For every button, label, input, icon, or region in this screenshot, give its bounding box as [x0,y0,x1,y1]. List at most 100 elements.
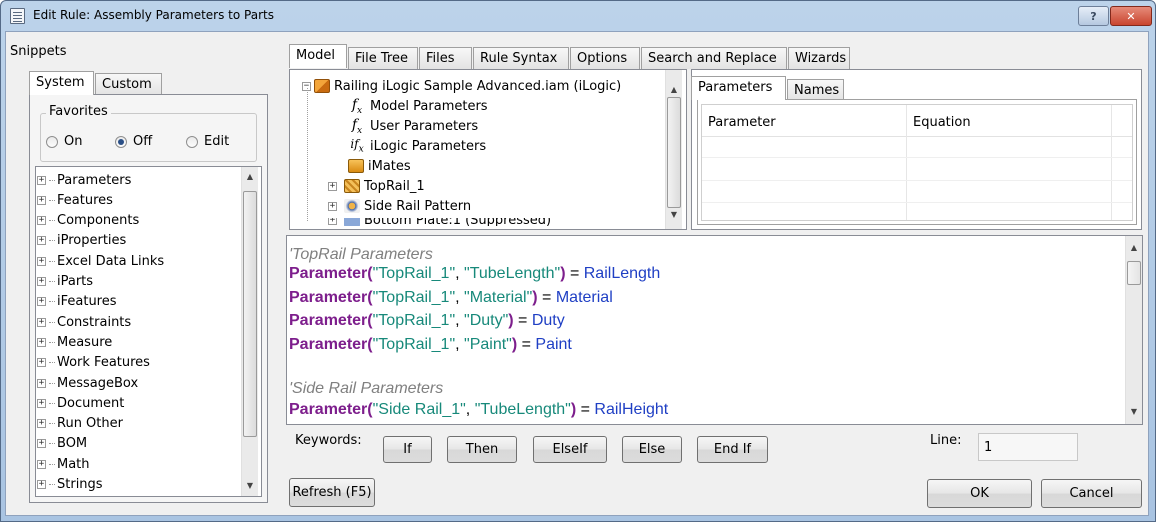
keyword-endif-button[interactable]: End If [697,436,768,463]
expand-icon[interactable]: + [37,419,46,429]
snippet-category[interactable]: + Measure [37,332,112,352]
snippet-category-label: Parameters [57,172,132,188]
tree-item-bottom-plate[interactable]: + Bottom Plate:1 (Suppressed) [328,218,551,226]
tree-item-imates[interactable]: iMates [348,156,411,176]
snippet-category[interactable]: + Work Features [37,353,150,373]
favorites-off-radio[interactable]: Off [115,134,152,149]
close-button[interactable]: ✕ [1110,6,1152,26]
expand-icon[interactable]: + [37,459,46,469]
expand-icon[interactable]: + [37,439,46,449]
tree-item-ilogic-parameters[interactable]: ifx iLogic Parameters [348,136,486,156]
code-string: "TopRail_1" [372,335,456,353]
radio-dot-icon [46,135,58,148]
model-tree-scrollbar[interactable]: ▲ ▼ [665,70,682,229]
keyword-elseif-button[interactable]: ElseIf [533,436,607,463]
expand-icon[interactable]: + [37,337,46,347]
help-button[interactable]: ? [1078,6,1109,26]
rule-editor-icon [10,8,25,24]
snippet-category[interactable]: + Components [37,211,139,231]
tab-parameters[interactable]: Parameters [691,76,786,100]
code-scrollbar[interactable]: ▲ ▼ [1125,236,1142,424]
expand-icon[interactable]: + [37,195,46,205]
tree-item-partial-clip: + Bottom Plate:1 (Suppressed) [326,218,666,226]
expand-icon[interactable]: + [328,218,337,225]
code-comment: 'TopRail Parameters [289,246,433,263]
snippet-category[interactable]: + Features [37,190,113,210]
scroll-up-arrow-icon[interactable]: ▲ [242,169,258,185]
code-line: Parameter("TopRail_1", "Material") = Mat… [289,288,613,306]
expand-icon[interactable]: + [37,317,46,327]
tab-wizards[interactable]: Wizards [788,47,850,69]
expand-icon[interactable]: + [37,378,46,388]
snippet-category[interactable]: + Document [37,393,124,413]
tab-model[interactable]: Model [289,44,347,68]
snippet-category-label: Measure [57,334,113,350]
code-line: Parameter("TopRail_1", "Duty") = Duty [289,312,565,329]
favorites-on-radio[interactable]: On [46,134,82,149]
snippet-category-label: Excel Data Links [57,253,165,269]
snippet-category[interactable]: + MessageBox [37,373,138,393]
expand-icon[interactable]: + [37,175,46,185]
tree-connector [49,382,55,384]
code-variable: Duty [531,312,565,329]
tab-names[interactable]: Names [787,79,844,101]
scroll-thumb[interactable] [1127,261,1141,285]
tree-root[interactable]: − Railing iLogic Sample Advanced.iam (iL… [302,76,621,96]
scroll-down-arrow-icon[interactable]: ▼ [1126,404,1142,420]
tab-system[interactable]: System [29,71,94,95]
tab-search-and-replace[interactable]: Search and Replace [641,47,787,69]
snippet-category-label: Math [57,456,90,472]
refresh-button[interactable]: Refresh (F5) [289,478,375,507]
expand-icon[interactable]: + [37,277,46,286]
expand-icon[interactable]: + [37,358,46,368]
snippets-scrollbar[interactable]: ▲ ▼ [241,167,258,496]
snippet-category[interactable]: + iParts [37,272,93,292]
cancel-button[interactable]: Cancel [1041,479,1142,508]
snippet-category[interactable]: + iFeatures [37,292,117,312]
snippet-category[interactable]: + Excel Data Links [37,251,164,271]
expand-icon[interactable]: + [37,297,46,307]
scroll-up-arrow-icon[interactable]: ▲ [666,82,682,98]
tab-file-tree[interactable]: File Tree [348,47,418,69]
tab-files[interactable]: Files [419,47,472,69]
column-header-parameter[interactable]: Parameter [708,115,776,130]
expand-icon[interactable]: + [328,181,337,191]
expand-icon[interactable]: + [328,201,337,211]
scroll-up-arrow-icon[interactable]: ▲ [1126,240,1142,256]
expand-icon[interactable]: + [37,398,46,408]
snippet-category[interactable]: + Parameters [37,170,131,190]
favorites-edit-radio[interactable]: Edit [186,134,229,149]
expand-icon[interactable]: + [37,216,46,226]
tab-rule-syntax[interactable]: Rule Syntax [473,47,569,69]
snippet-category[interactable]: + BOM [37,434,87,454]
column-header-equation[interactable]: Equation [913,115,971,130]
tree-guide-line [307,88,308,221]
scroll-thumb[interactable] [667,97,681,208]
snippet-category[interactable]: + Strings [37,475,103,495]
expand-icon[interactable]: + [37,256,46,266]
code-string: "TopRail_1" [372,312,456,329]
snippet-category[interactable]: + iProperties [37,231,126,251]
tree-connector [49,484,55,485]
snippet-category-label: Components [57,213,140,229]
snippet-category[interactable]: + Run Other [37,414,123,434]
snippet-category-label: Work Features [57,355,150,371]
tree-item-toprail[interactable]: + TopRail_1 [328,176,425,196]
ok-button[interactable]: OK [927,479,1032,508]
tab-custom[interactable]: Custom [95,73,162,95]
scroll-down-arrow-icon[interactable]: ▼ [242,478,258,494]
keyword-if-button[interactable]: If [383,436,432,463]
tree-item-user-parameters[interactable]: fx User Parameters [348,116,478,136]
snippet-category[interactable]: + Constraints [37,312,131,332]
snippet-category[interactable]: + Math [37,454,90,474]
code-variable: RailHeight [594,401,669,418]
expand-icon[interactable]: + [37,480,46,489]
scroll-thumb[interactable] [243,191,257,437]
scroll-down-arrow-icon[interactable]: ▼ [666,207,682,223]
keyword-else-button[interactable]: Else [622,436,682,463]
tab-options[interactable]: Options [570,47,640,69]
tree-item-model-parameters[interactable]: fx Model Parameters [348,96,488,116]
expand-icon[interactable]: + [37,236,46,246]
tree-item-side-rail-pattern[interactable]: + Side Rail Pattern [328,196,471,216]
keyword-then-button[interactable]: Then [447,436,517,463]
